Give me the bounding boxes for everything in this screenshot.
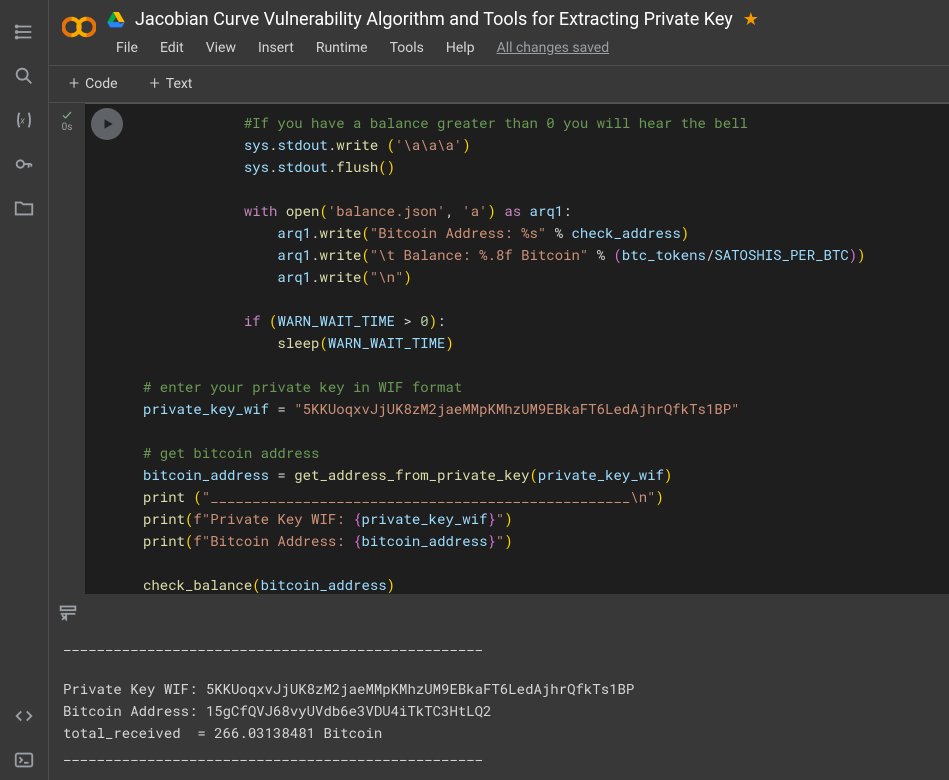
plus-icon: + <box>69 75 79 93</box>
document-title[interactable]: Jacobian Curve Vulnerability Algorithm a… <box>135 9 733 30</box>
svg-text:x: x <box>19 117 25 127</box>
add-code-label: Code <box>85 76 117 92</box>
search-icon[interactable] <box>4 56 44 96</box>
run-button[interactable] <box>91 108 123 140</box>
run-column <box>85 103 129 594</box>
menu-edit[interactable]: Edit <box>151 36 193 60</box>
colab-logo-icon <box>59 7 99 47</box>
notebook: 0s #If you have a balance greater than 0… <box>49 103 949 780</box>
variables-icon[interactable]: x <box>4 100 44 140</box>
main-area: Jacobian Curve Vulnerability Algorithm a… <box>49 0 949 780</box>
code-cell: 0s #If you have a balance greater than 0… <box>49 103 949 594</box>
menu-file[interactable]: File <box>107 36 147 60</box>
terminal-icon[interactable] <box>4 740 44 780</box>
plus-icon: + <box>150 75 160 93</box>
code-snippets-icon[interactable] <box>4 696 44 736</box>
save-status[interactable]: All changes saved <box>488 36 619 60</box>
secrets-icon[interactable] <box>4 144 44 184</box>
toolbar: + Code + Text <box>49 66 949 103</box>
drive-icon <box>107 12 125 32</box>
header: Jacobian Curve Vulnerability Algorithm a… <box>49 0 949 66</box>
cell-status: 0s <box>49 103 85 594</box>
output-toolbar <box>49 594 949 634</box>
menu-tools[interactable]: Tools <box>381 36 433 60</box>
star-icon[interactable]: ★ <box>743 9 759 30</box>
menu-runtime[interactable]: Runtime <box>307 36 377 60</box>
add-text-label: Text <box>166 76 193 92</box>
toc-icon[interactable] <box>4 12 44 52</box>
play-icon <box>101 117 115 131</box>
files-icon[interactable] <box>4 188 44 228</box>
menu-insert[interactable]: Insert <box>249 36 303 60</box>
output-options-icon[interactable] <box>57 601 79 627</box>
exec-time: 0s <box>62 122 73 133</box>
check-icon <box>61 109 73 121</box>
menu-view[interactable]: View <box>197 36 245 60</box>
menu-help[interactable]: Help <box>437 36 484 60</box>
code-editor[interactable]: #If you have a balance greater than 0 yo… <box>129 103 949 594</box>
add-code-button[interactable]: + Code <box>61 71 126 97</box>
cell-output: ________________________________________… <box>49 634 949 780</box>
add-text-button[interactable]: + Text <box>142 71 201 97</box>
left-rail: x <box>0 0 49 780</box>
menu-bar: FileEditViewInsertRuntimeToolsHelpAll ch… <box>107 36 759 60</box>
